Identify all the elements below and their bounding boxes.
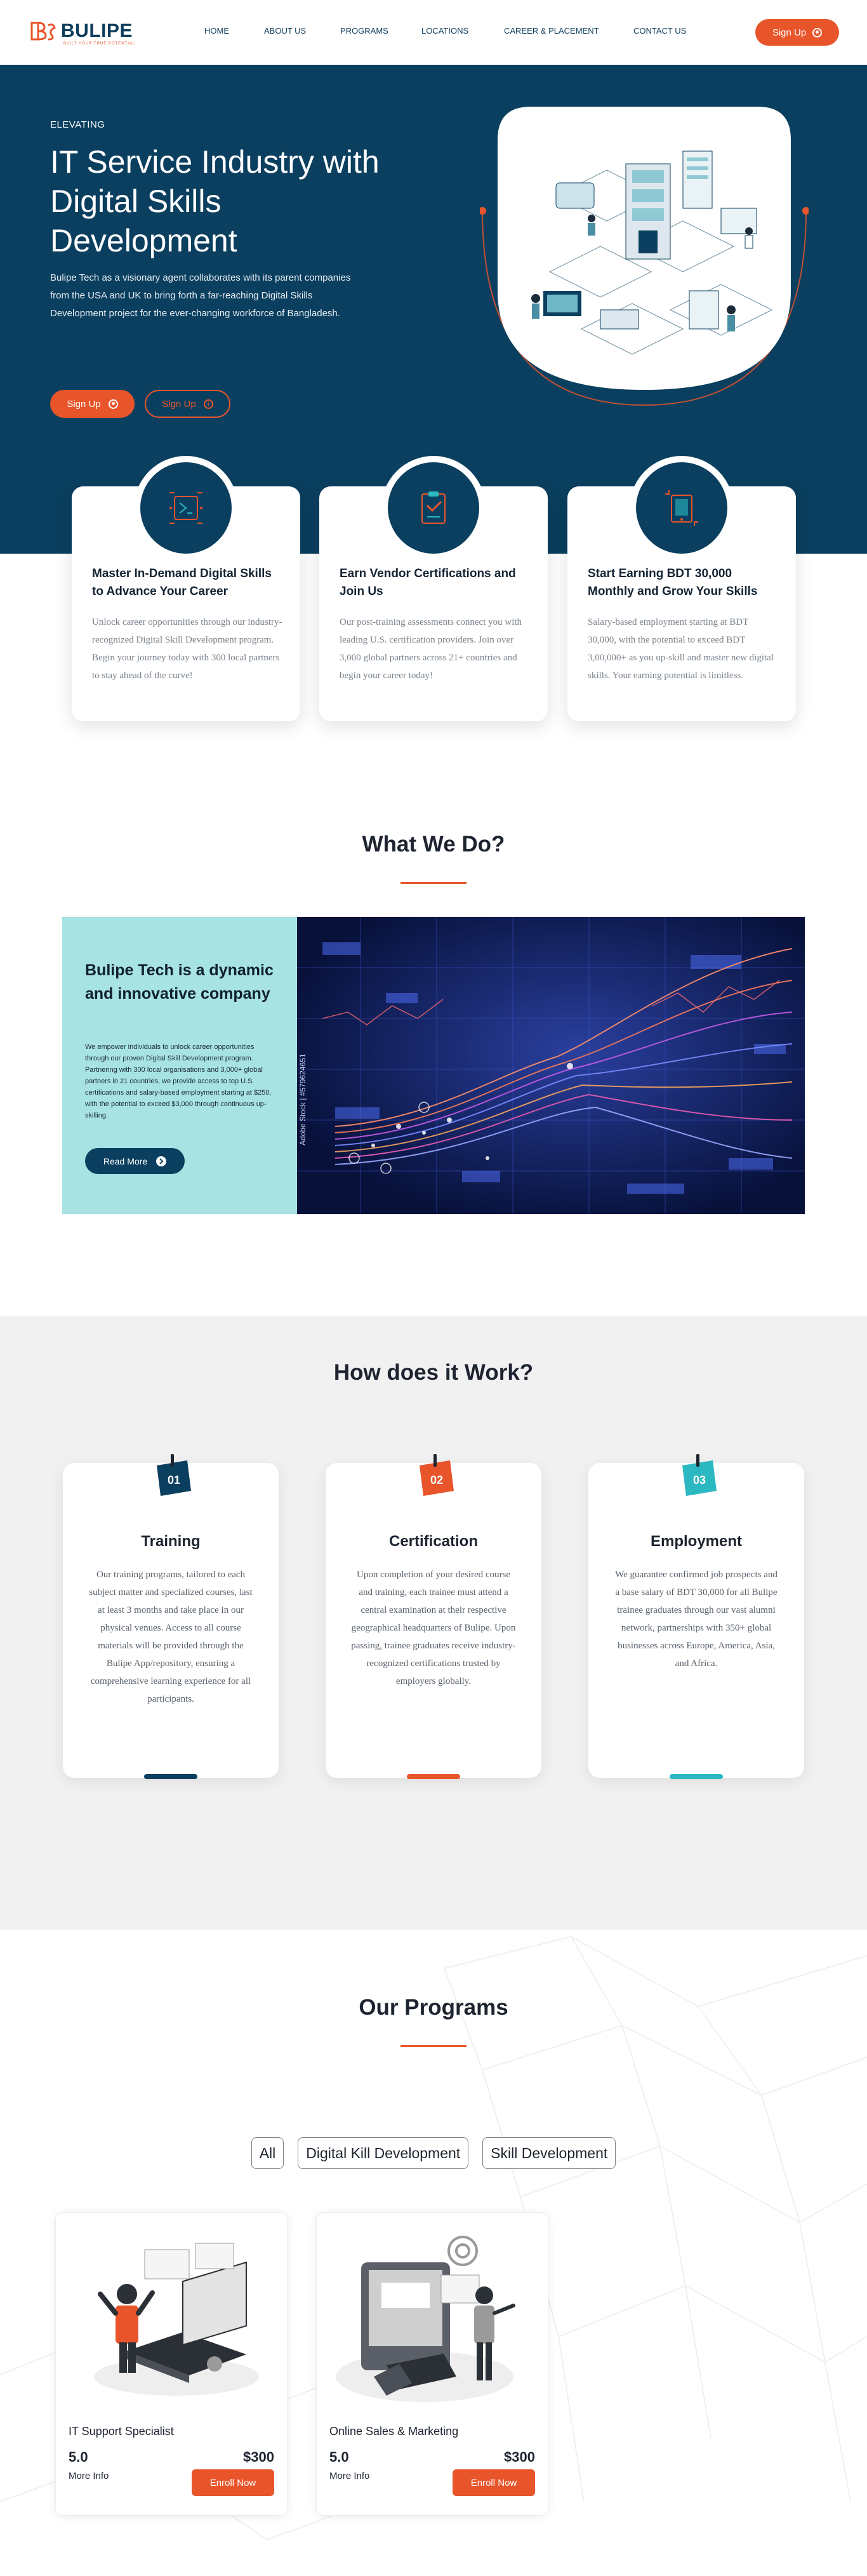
feature-title: Start Earning BDT 30,000 Monthly and Gro… <box>588 567 758 598</box>
user-icon <box>812 27 823 37</box>
nav-programs[interactable]: PROGRAMS <box>340 26 388 36</box>
read-more-label: Read More <box>103 1156 148 1166</box>
nav-about[interactable]: ABOUT US <box>264 26 306 36</box>
feature-card: Master In-Demand Digital Skills to Advan… <box>72 456 300 721</box>
feature-title: Earn Vendor Certifications and Join Us <box>340 567 516 598</box>
header-signup-button[interactable]: Sign Up <box>755 19 839 46</box>
hero-signup-button[interactable]: Sign Up <box>50 390 135 418</box>
hero-signup-outline-button[interactable]: Sign Up i <box>145 390 230 418</box>
tab-digital-development[interactable]: Digital Kill Development <box>298 2137 469 2169</box>
section-underline <box>400 2045 467 2047</box>
step-number: 02 <box>430 1474 443 1486</box>
how-it-works-title: How does it Work? <box>333 1360 534 1385</box>
arrow-right-circle-icon <box>156 1156 167 1166</box>
step-title: Employment <box>650 1533 743 1550</box>
feature-text: Our post-training assessments connect yo… <box>340 617 522 681</box>
online-sales-illustration <box>336 2236 515 2402</box>
circuit-data-image <box>297 917 805 1214</box>
pinned-note-icon: 02 <box>420 1454 454 1496</box>
program-card[interactable]: IT Support Specialist 5.0 $300 More Info… <box>55 2212 288 2516</box>
user-icon <box>108 399 118 409</box>
step-text: Our training programs, tailored to each … <box>89 1570 253 1704</box>
hero-description: Bulipe Tech as a visionary agent collabo… <box>50 272 351 319</box>
info-icon: i <box>203 399 213 409</box>
feature-icon-badge <box>381 456 486 560</box>
logo[interactable]: BULIPE BUILT YOUR TRUE POTENTIAL <box>29 19 136 46</box>
logo-tagline: BUILT YOUR TRUE POTENTIAL <box>63 42 136 46</box>
hero-eyebrow: ELEVATING <box>50 119 105 130</box>
feature-card: Earn Vendor Certifications and Join Us O… <box>319 456 548 721</box>
more-info-link[interactable]: More Info <box>69 2471 109 2481</box>
step-text: Upon completion of your desired course a… <box>351 1570 516 1686</box>
read-more-button[interactable]: Read More <box>85 1148 185 1174</box>
step-number: 03 <box>693 1474 706 1486</box>
program-name: IT Support Specialist <box>69 2425 174 2438</box>
site-header: BULIPE BUILT YOUR TRUE POTENTIAL HOME AB… <box>0 0 867 65</box>
program-filter-tabs: All Digital Kill Development Skill Devel… <box>0 2137 867 2169</box>
enroll-now-button[interactable]: Enroll Now <box>453 2469 535 2496</box>
image-watermark: Adobe Stock | #579624651 <box>298 1053 307 1145</box>
feature-text: Salary-based employment starting at BDT … <box>588 617 774 681</box>
step-text: We guarantee confirmed job prospects and… <box>615 1570 778 1669</box>
section-underline <box>400 882 467 884</box>
step-accent-bar <box>670 1774 723 1779</box>
step-title: Training <box>141 1533 201 1550</box>
what-we-do-text: We empower individuals to unlock career … <box>85 1043 272 1119</box>
programs-title: Our Programs <box>359 1995 508 2020</box>
nav-home[interactable]: HOME <box>204 26 229 36</box>
step-number: 01 <box>168 1474 180 1486</box>
nav-contact[interactable]: CONTACT US <box>633 26 686 36</box>
program-rating: 5.0 <box>329 2449 349 2465</box>
what-we-do-heading: Bulipe Tech is a dynamic and innovative … <box>85 961 274 1003</box>
program-card[interactable]: Online Sales & Marketing 5.0 $300 More I… <box>316 2212 548 2516</box>
program-price: $300 <box>504 2449 535 2465</box>
tab-skill-development[interactable]: Skill Development <box>482 2137 616 2169</box>
what-we-do-image: Adobe Stock | #579624651 <box>297 917 805 1214</box>
pinned-note-icon: 03 <box>682 1454 717 1496</box>
step-card: 02 Certification Upon completion of your… <box>326 1454 541 1779</box>
certificate-icon <box>421 491 446 524</box>
hero-title: IT Service Industry with Digital Skills … <box>50 144 380 258</box>
step-card: 03 Employment We guarantee confirmed job… <box>588 1454 804 1779</box>
skills-icon <box>169 492 202 524</box>
step-accent-bar <box>144 1774 197 1779</box>
feature-card: Start Earning BDT 30,000 Monthly and Gro… <box>567 456 796 721</box>
header-signup-label: Sign Up <box>772 27 807 38</box>
feature-text: Unlock career opportunities through our … <box>92 617 282 681</box>
logo-wordmark: BULIPE <box>61 20 133 41</box>
feature-icon-badge <box>134 456 238 560</box>
hero-signup-outline-label: Sign Up <box>162 398 196 410</box>
nav-career[interactable]: CAREER & PLACEMENT <box>504 26 599 36</box>
hero-illustration <box>480 107 809 406</box>
enroll-now-button[interactable]: Enroll Now <box>192 2469 274 2496</box>
program-name: Online Sales & Marketing <box>329 2425 459 2438</box>
program-price: $300 <box>243 2449 274 2465</box>
step-accent-bar <box>407 1774 460 1779</box>
feature-icon-badge <box>630 456 734 560</box>
program-rating: 5.0 <box>69 2449 88 2465</box>
nav-locations[interactable]: LOCATIONS <box>421 26 468 36</box>
tab-all[interactable]: All <box>251 2137 284 2169</box>
step-title: Certification <box>388 1533 478 1550</box>
earning-icon <box>665 490 698 526</box>
it-support-illustration <box>94 2243 259 2396</box>
hero-signup-label: Sign Up <box>67 398 101 410</box>
step-card: 01 Training Our training programs, tailo… <box>63 1454 279 1779</box>
more-info-link[interactable]: More Info <box>329 2471 369 2481</box>
what-we-do-title: What We Do? <box>362 832 505 857</box>
feature-title: Master In-Demand Digital Skills to Advan… <box>92 567 272 598</box>
what-we-do-panel: Bulipe Tech is a dynamic and innovative … <box>62 917 297 1214</box>
logo-mark-icon <box>30 22 56 41</box>
pinned-note-icon: 01 <box>157 1454 191 1496</box>
